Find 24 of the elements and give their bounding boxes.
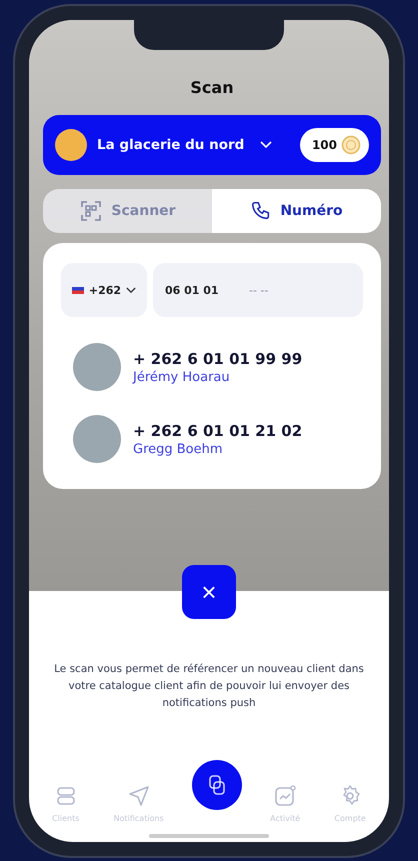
send-icon [126,784,151,808]
flag-icon [72,286,84,294]
store-name: La glacerie du nord [97,137,244,153]
phone-number-input[interactable]: 06 01 01 [165,284,243,296]
close-button[interactable]: × [182,565,236,619]
store-avatar [55,129,87,161]
avatar-circle [73,343,121,391]
contact-name: Gregg Boehm [133,442,224,456]
contact-phone[interactable]: + 262 6 01 01 99 99 [133,350,302,368]
qr-scan-icon [79,199,104,223]
chevron-down-icon [260,141,272,149]
avatar-circle [73,415,121,463]
points-count: 100 [312,138,337,152]
merchant-selector[interactable]: La glacerie du nord 100 [43,115,381,175]
number-mask: -- -- [249,284,268,296]
description-text: Le scan vous permet de référencer un nouveau client dans votre catalogue client afin de pouvoir lui envoyer des notifications push [53,662,365,711]
mode-tab[interactable]: Numéro [212,189,381,233]
screen-title: Scan [189,78,235,97]
contact-name: Jérémy Hoarau [133,370,231,384]
chevron-down-icon [126,286,136,294]
coin-icon [341,135,361,155]
contact-phone[interactable]: + 262 6 01 01 21 02 [133,422,302,440]
country-code-select[interactable]: +262 [61,263,147,317]
chart-icon [273,784,298,808]
